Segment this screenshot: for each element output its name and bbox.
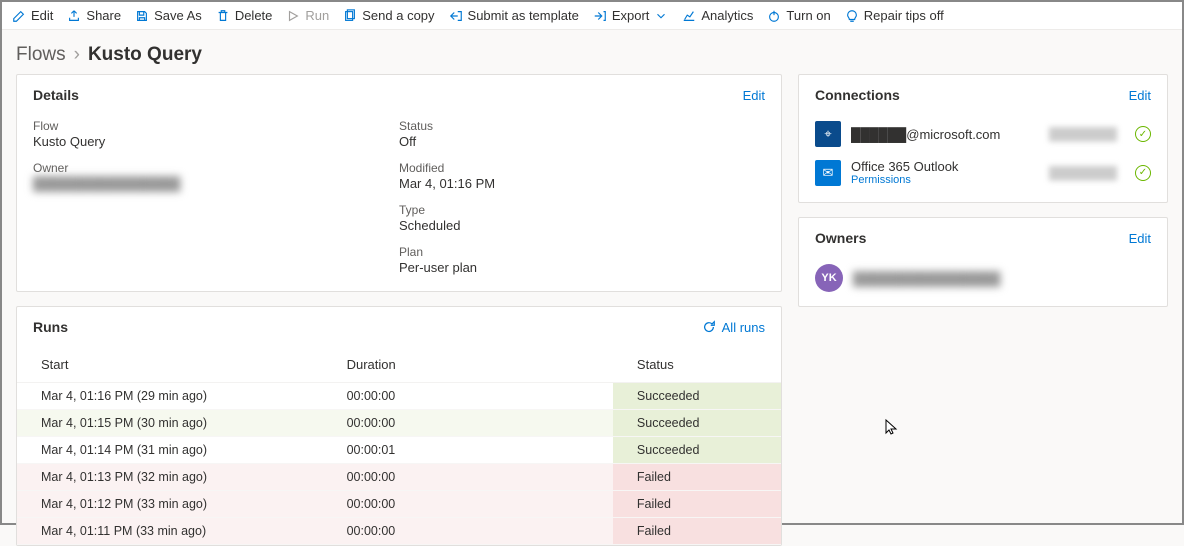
connection-item[interactable]: ⌖ ██████@microsoft.com ████████ ✓ xyxy=(799,115,1167,153)
run-status: Failed xyxy=(613,491,781,518)
modified-value: Mar 4, 01:16 PM xyxy=(399,176,765,191)
run-start: Mar 4, 01:13 PM (32 min ago) xyxy=(17,464,323,491)
flow-value: Kusto Query xyxy=(33,134,399,149)
run-duration: 00:00:00 xyxy=(323,491,613,518)
export-button[interactable]: Export xyxy=(593,8,669,23)
edit-button[interactable]: Edit xyxy=(12,8,53,23)
owner-name: ████████████████ xyxy=(853,271,1000,286)
command-bar: Edit Share Save As Delete Run Send a cop… xyxy=(2,2,1182,30)
run-status: Succeeded xyxy=(613,410,781,437)
kusto-icon: ⌖ xyxy=(815,121,841,147)
permissions-link[interactable]: Permissions xyxy=(851,174,1039,186)
share-button[interactable]: Share xyxy=(67,8,121,23)
table-row[interactable]: Mar 4, 01:16 PM (29 min ago)00:00:00Succ… xyxy=(17,383,781,410)
type-label: Type xyxy=(399,203,765,217)
run-duration: 00:00:00 xyxy=(323,464,613,491)
turn-on-button[interactable]: Turn on xyxy=(767,8,830,23)
chevron-down-icon xyxy=(654,9,668,23)
run-status: Succeeded xyxy=(613,383,781,410)
connection-account: ████████ xyxy=(1049,127,1117,141)
flow-label: Flow xyxy=(33,119,399,133)
run-duration: 00:00:00 xyxy=(323,383,613,410)
owners-card: Owners Edit YK ████████████████ xyxy=(798,217,1168,307)
details-title: Details xyxy=(33,87,79,103)
col-start[interactable]: Start xyxy=(17,347,323,383)
owners-edit-link[interactable]: Edit xyxy=(1129,231,1151,246)
breadcrumb-root[interactable]: Flows xyxy=(16,44,66,66)
plan-value: Per-user plan xyxy=(399,260,765,275)
col-status[interactable]: Status xyxy=(613,347,781,383)
run-duration: 00:00:01 xyxy=(323,437,613,464)
plan-label: Plan xyxy=(399,245,765,259)
table-row[interactable]: Mar 4, 01:11 PM (33 min ago)00:00:00Fail… xyxy=(17,518,781,545)
run-duration: 00:00:00 xyxy=(323,410,613,437)
table-row[interactable]: Mar 4, 01:13 PM (32 min ago)00:00:00Fail… xyxy=(17,464,781,491)
connections-title: Connections xyxy=(815,87,900,103)
run-duration: 00:00:00 xyxy=(323,518,613,545)
owner-avatar: YK xyxy=(815,264,843,292)
status-value: Off xyxy=(399,134,765,149)
owner-label: Owner xyxy=(33,161,399,175)
connections-edit-link[interactable]: Edit xyxy=(1129,88,1151,103)
connection-item[interactable]: ✉ Office 365 OutlookPermissions ████████ ✓ xyxy=(799,153,1167,192)
owner-value: ████████████████ xyxy=(33,176,180,191)
run-button: Run xyxy=(286,8,329,23)
all-runs-link[interactable]: All runs xyxy=(702,320,765,335)
runs-table: Start Duration Status Mar 4, 01:16 PM (2… xyxy=(17,347,781,545)
runs-card: Runs All runs Start Duration Status Mar … xyxy=(16,306,782,546)
breadcrumb-current: Kusto Query xyxy=(88,44,202,66)
owners-title: Owners xyxy=(815,230,866,246)
details-card: Details Edit Flow Kusto Query Owner ████… xyxy=(16,74,782,292)
check-icon: ✓ xyxy=(1135,126,1151,142)
connection-name: ██████@microsoft.com xyxy=(851,127,1039,142)
check-icon: ✓ xyxy=(1135,165,1151,181)
run-start: Mar 4, 01:12 PM (33 min ago) xyxy=(17,491,323,518)
run-start: Mar 4, 01:15 PM (30 min ago) xyxy=(17,410,323,437)
analytics-button[interactable]: Analytics xyxy=(682,8,753,23)
run-status: Succeeded xyxy=(613,437,781,464)
outlook-icon: ✉ xyxy=(815,160,841,186)
runs-title: Runs xyxy=(33,319,68,335)
table-row[interactable]: Mar 4, 01:14 PM (31 min ago)00:00:01Succ… xyxy=(17,437,781,464)
table-row[interactable]: Mar 4, 01:12 PM (33 min ago)00:00:00Fail… xyxy=(17,491,781,518)
connections-card: Connections Edit ⌖ ██████@microsoft.com ██… xyxy=(798,74,1168,203)
status-label: Status xyxy=(399,119,765,133)
submit-template-button[interactable]: Submit as template xyxy=(449,8,579,23)
run-start: Mar 4, 01:16 PM (29 min ago) xyxy=(17,383,323,410)
modified-label: Modified xyxy=(399,161,765,175)
run-start: Mar 4, 01:11 PM (33 min ago) xyxy=(17,518,323,545)
table-row[interactable]: Mar 4, 01:15 PM (30 min ago)00:00:00Succ… xyxy=(17,410,781,437)
run-status: Failed xyxy=(613,464,781,491)
send-copy-button[interactable]: Send a copy xyxy=(343,8,434,23)
col-duration[interactable]: Duration xyxy=(323,347,613,383)
run-status: Failed xyxy=(613,518,781,545)
delete-button[interactable]: Delete xyxy=(216,8,273,23)
refresh-icon xyxy=(702,320,716,334)
type-value: Scheduled xyxy=(399,218,765,233)
connection-name: Office 365 Outlook xyxy=(851,159,1039,174)
breadcrumb: Flows › Kusto Query xyxy=(2,30,1182,74)
connection-account: ████████ xyxy=(1049,166,1117,180)
chevron-right-icon: › xyxy=(74,44,80,66)
run-start: Mar 4, 01:14 PM (31 min ago) xyxy=(17,437,323,464)
repair-tips-button[interactable]: Repair tips off xyxy=(845,8,944,23)
save-as-button[interactable]: Save As xyxy=(135,8,202,23)
details-edit-link[interactable]: Edit xyxy=(743,88,765,103)
